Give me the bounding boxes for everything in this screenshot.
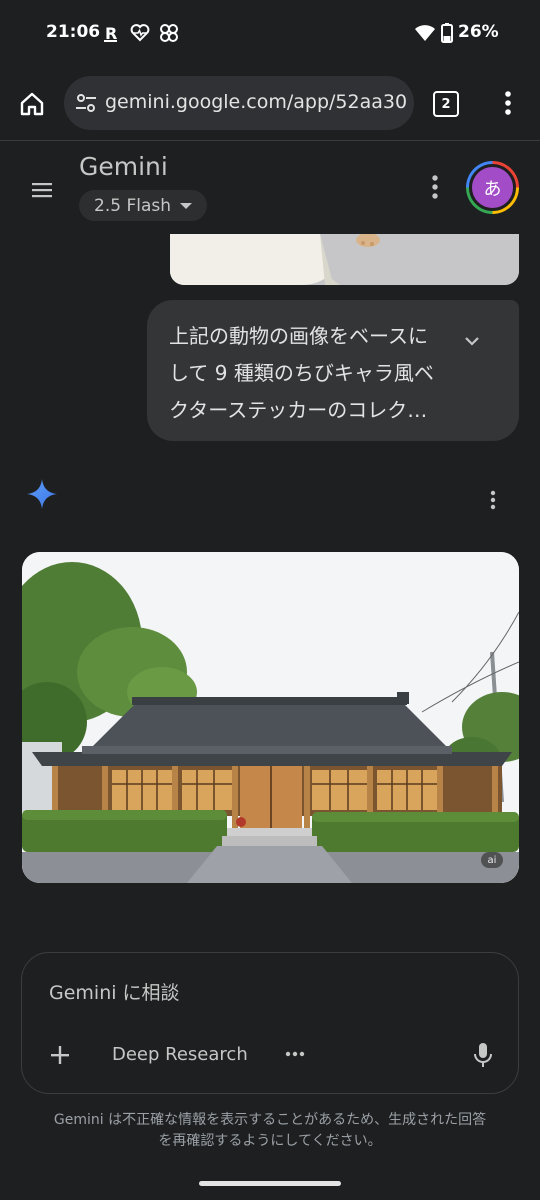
model-selector[interactable]: 2.5 Flash — [79, 190, 207, 221]
microphone-icon[interactable] — [472, 1041, 494, 1069]
account-avatar-button[interactable]: あ — [466, 161, 519, 214]
user-message-line: クターステッカーのコレク… — [169, 398, 428, 422]
deep-research-button[interactable]: Deep Research — [112, 1044, 248, 1065]
status-time: 21:06 — [46, 22, 101, 42]
model-label: 2.5 Flash — [94, 195, 171, 216]
dropdown-arrow-icon — [180, 202, 192, 209]
user-message-bubble: 上記の動物の画像をベースに して 9 種類のちびキャラ風ベ クターステッカーのコ… — [147, 300, 519, 441]
generated-image[interactable]: ai — [22, 552, 519, 883]
wifi-icon — [414, 23, 436, 43]
gemini-sparkle-icon — [27, 479, 57, 509]
status-bar: 21:06 R 26% — [0, 0, 540, 64]
more-horiz-icon[interactable] — [284, 1043, 306, 1065]
menu-icon[interactable] — [28, 176, 56, 204]
prompt-composer[interactable]: Gemini に相談 Deep Research — [21, 952, 519, 1094]
battery-icon — [441, 23, 453, 43]
expand-chevron-icon[interactable] — [461, 330, 483, 352]
japanese-house-illustration — [22, 552, 519, 883]
home-icon — [20, 92, 44, 116]
battery-percent: 26% — [458, 22, 499, 42]
address-bar[interactable]: gemini.google.com/app/52aa30 — [64, 76, 414, 130]
disclaimer-text: Gemini は不正確な情報を表示することがあるため、生成された回答 を再確認す… — [22, 1110, 518, 1152]
svg-text:R: R — [105, 24, 117, 42]
more-vert-icon[interactable] — [484, 488, 502, 512]
rakuten-r-icon: R — [104, 23, 118, 43]
gesture-navigation-bar[interactable] — [199, 1181, 341, 1186]
more-vert-icon[interactable] — [423, 172, 447, 202]
disclaimer-line: を再確認するようにしてください。 — [158, 1133, 382, 1149]
add-icon[interactable] — [46, 1041, 74, 1069]
user-message-line: 上記の動物の画像をベースに — [169, 324, 428, 348]
previous-uploaded-image[interactable] — [170, 234, 519, 285]
more-vert-icon[interactable] — [496, 89, 520, 117]
browser-toolbar: gemini.google.com/app/52aa30 2 — [0, 64, 540, 141]
tab-switcher-button[interactable]: 2 — [433, 91, 459, 117]
home-button[interactable] — [14, 86, 50, 122]
heart-monitor-icon — [130, 23, 150, 43]
ai-generated-badge: ai — [481, 852, 503, 868]
user-message-line: して 9 種類のちびキャラ風ベ — [169, 361, 434, 385]
disclaimer-line: Gemini は不正確な情報を表示することがあるため、生成された回答 — [53, 1112, 487, 1128]
app-title: Gemini — [79, 152, 168, 181]
prompt-input[interactable]: Gemini に相談 — [49, 978, 180, 1005]
avatar: あ — [469, 164, 516, 211]
site-settings-icon[interactable] — [74, 91, 98, 115]
pinwheel-app-icon — [159, 23, 179, 43]
url-text[interactable]: gemini.google.com/app/52aa30 — [105, 91, 407, 113]
